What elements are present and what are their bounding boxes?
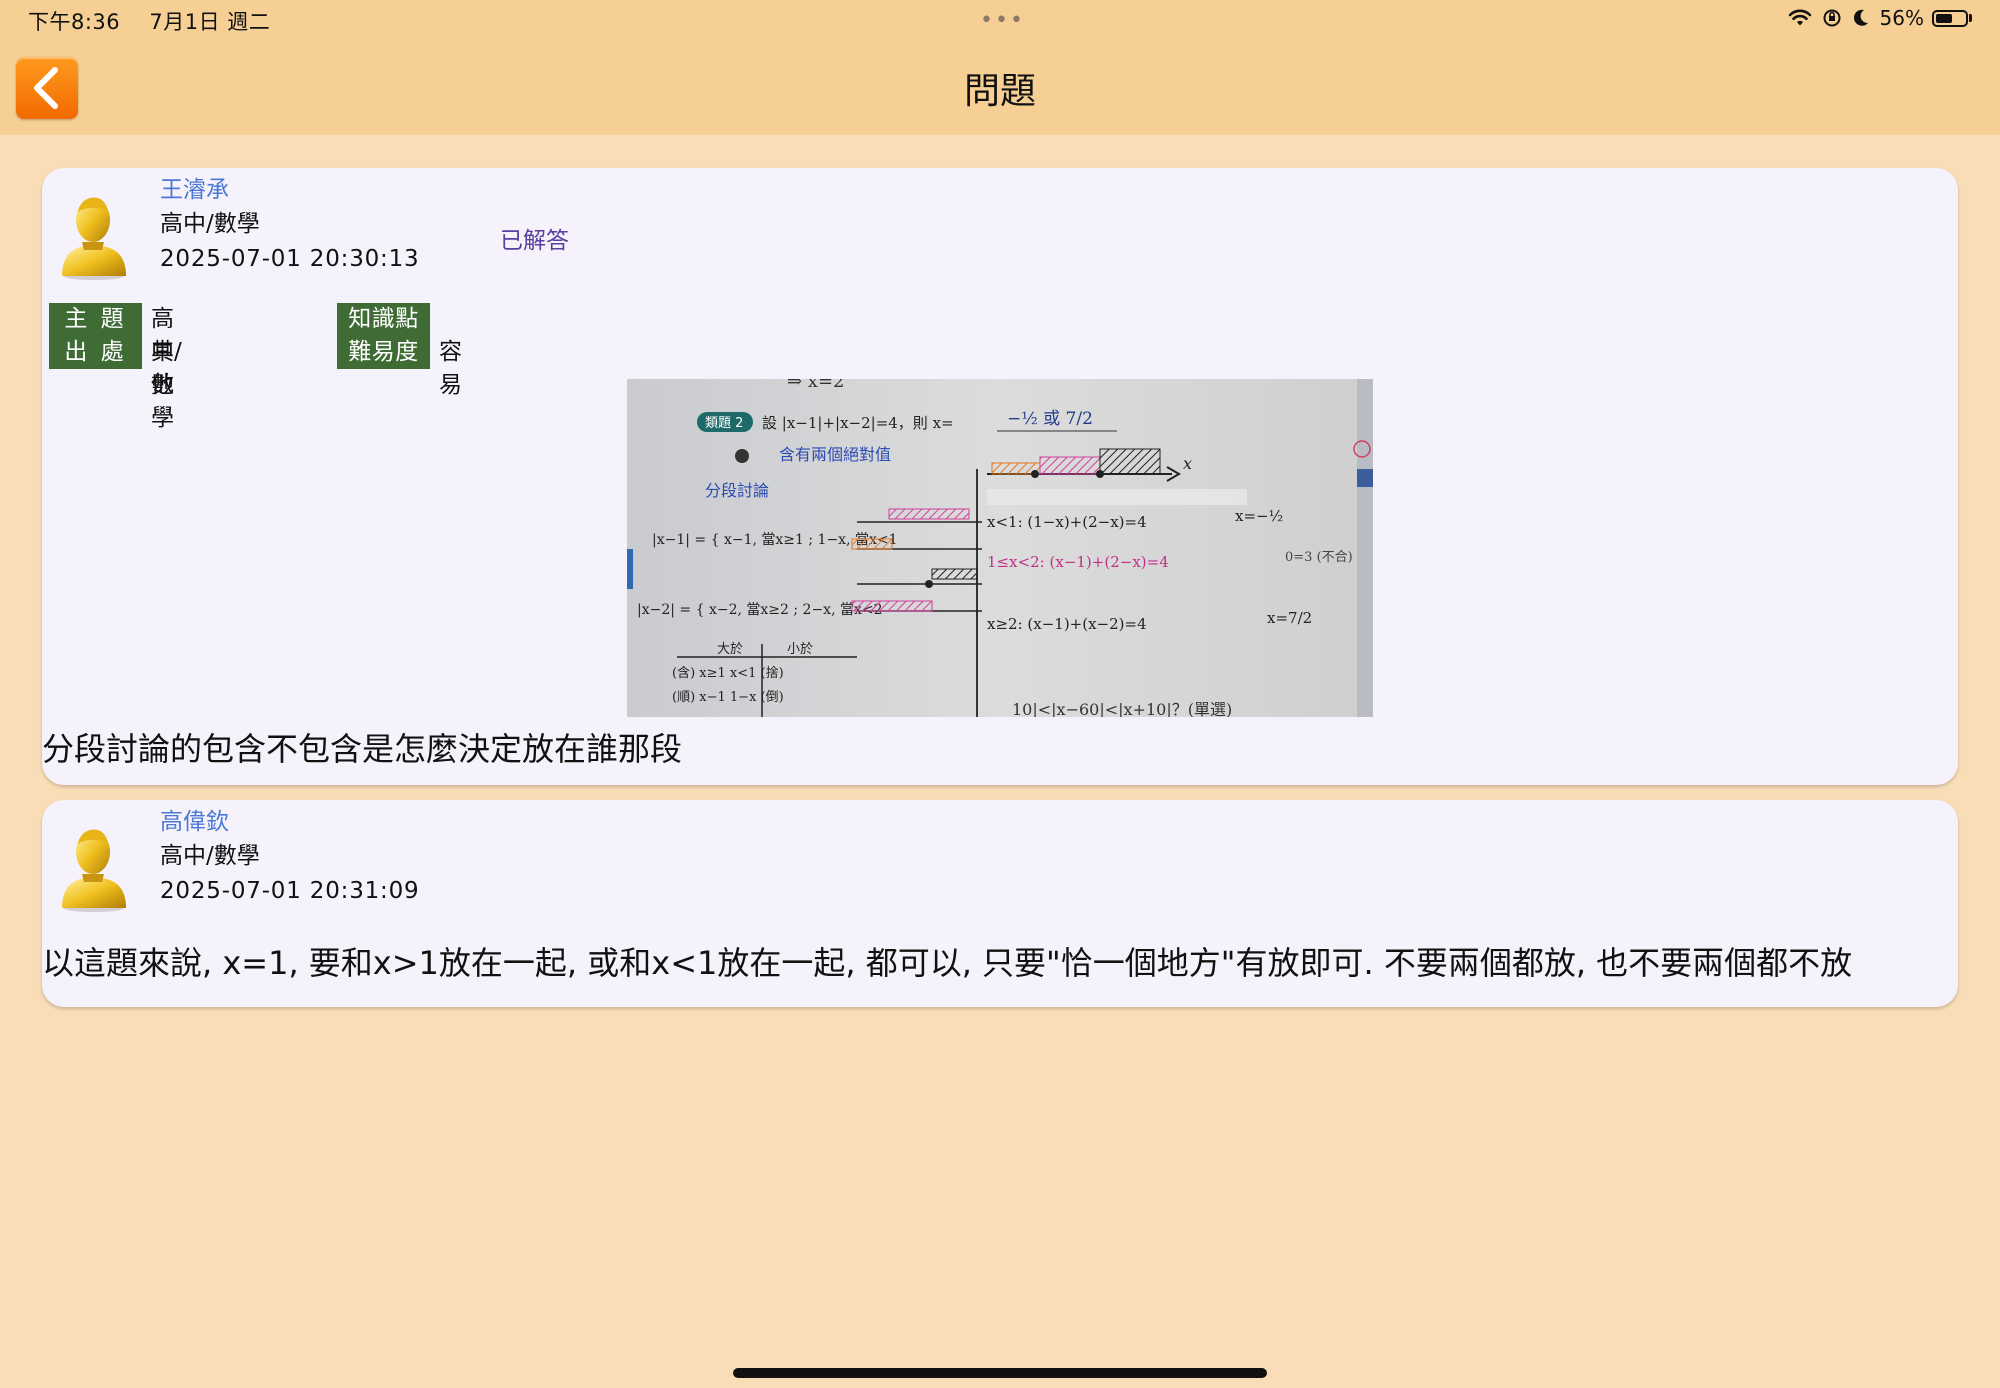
question-card[interactable]: 王濬承 高中/數學 2025-07-01 20:30:13 已解答 主 題 高中… — [42, 168, 1958, 785]
question-subject: 高中/數學 — [160, 211, 260, 237]
status-bar-left: 下午8:36 7月1日 週二 — [28, 6, 292, 36]
photo-table-head-right: 小於 — [787, 641, 813, 657]
battery-tip — [1969, 14, 1972, 22]
avatar — [62, 197, 126, 280]
topic-tag: 主 題 — [49, 303, 142, 336]
question-text: 分段討論的包含不包含是怎麼決定放在誰那段 — [42, 730, 683, 768]
multitasking-dots-icon[interactable]: ••• — [980, 8, 1025, 33]
wifi-icon — [1788, 9, 1811, 26]
photo-case2-result: 0=3 (不合) — [1285, 550, 1353, 565]
photo-top-text: ⇒ x=2 — [787, 379, 845, 392]
answer-card[interactable]: 高偉欽 高中/數學 2025-07-01 20:31:09 以這題來說, x=1… — [42, 800, 1958, 1007]
photo-case1-result: x=−½ — [1235, 507, 1283, 525]
answer-timestamp: 2025-07-01 20:31:09 — [160, 878, 420, 904]
photo-table-row2: (順) x−1 1−x (倒) — [672, 690, 784, 705]
photo-tag: 類題 2 — [705, 416, 743, 431]
photo-answer: −½ 或 7/2 — [1007, 409, 1093, 429]
question-timestamp: 2025-07-01 20:30:13 — [160, 246, 420, 272]
photo-footer: 10|<|x−60|<|x+10|？(單選) — [1012, 700, 1232, 717]
textbook-page-image: ⇒ x=2 類題 2 設 |x−1|+|x−2|=4，則 x= −½ 或 7/2… — [627, 379, 1373, 717]
photo-table-head-left: 大於 — [717, 641, 743, 657]
avatar — [62, 829, 126, 912]
photo-case1: x<1: (1−x)+(2−x)=4 — [987, 513, 1147, 531]
photo-case2: 1≤x<2: (x−1)+(2−x)=4 — [987, 553, 1169, 571]
top-bar: 下午8:36 7月1日 週二 ••• 56% 問題 — [0, 0, 2000, 135]
status-bar-right: 56% — [1778, 6, 1972, 30]
source-tag: 出 處 — [49, 336, 142, 369]
question-author[interactable]: 王濬承 — [160, 170, 229, 204]
battery-icon — [1932, 9, 1968, 27]
photo-table-row1: (含) x≥1 x<1 (捨) — [672, 665, 784, 681]
status-date: 7月1日 週二 — [149, 10, 271, 34]
photo-problem: 設 |x−1|+|x−2|=4，則 x= — [762, 414, 954, 432]
answer-author[interactable]: 高偉欽 — [160, 802, 229, 836]
battery-percent: 56% — [1879, 6, 1924, 30]
question-photo[interactable]: ⇒ x=2 類題 2 設 |x−1|+|x−2|=4，則 x= −½ 或 7/2… — [627, 379, 1373, 717]
answer-subject: 高中/數學 — [160, 843, 260, 869]
answer-text: 以這題來說, x=1, 要和x>1放在一起, 或和x<1放在一起, 都可以, 只… — [42, 944, 1853, 982]
status-badge: 已解答 — [500, 228, 569, 254]
topic-value: 高中/數學 — [151, 306, 182, 431]
photo-method: 分段討論 — [705, 481, 769, 500]
moon-icon — [1853, 9, 1868, 26]
orientation-lock-icon — [1823, 9, 1841, 27]
difficulty-value: 容易 — [439, 339, 462, 398]
svg-text:x: x — [1183, 454, 1192, 473]
photo-case3: x≥2: (x−1)+(x−2)=4 — [987, 615, 1147, 633]
knowledge-tag: 知識點 — [337, 303, 430, 336]
difficulty-tag: 難易度 — [337, 336, 430, 369]
photo-case3-result: x=7/2 — [1267, 609, 1312, 627]
page-title: 問題 — [963, 71, 1036, 112]
photo-hint: 含有兩個絕對值 — [779, 445, 891, 464]
source-value: 其他 — [151, 339, 174, 398]
photo-piece2: |x−2| = { x−2, 當x≥2 ; 2−x, 當x<2 — [637, 602, 883, 618]
status-time: 下午8:36 — [28, 10, 121, 34]
home-indicator[interactable] — [733, 1368, 1267, 1378]
battery-fill — [1936, 13, 1952, 23]
